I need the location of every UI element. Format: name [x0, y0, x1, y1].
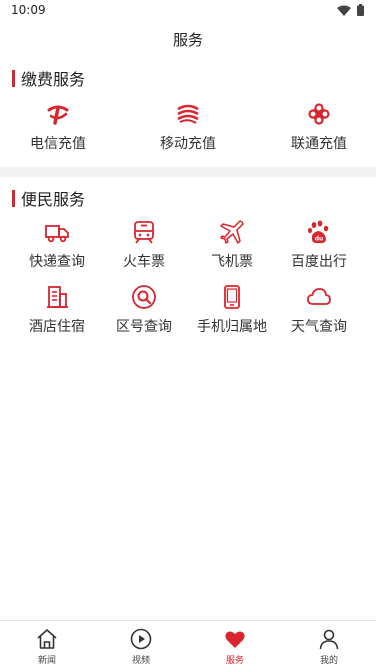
section-accent-bar [12, 69, 15, 87]
baidu-travel-button[interactable]: du 百度出行 [272, 219, 366, 277]
nav-label-video: 视频 [131, 656, 150, 666]
hotel-label: 酒店住宿 [29, 319, 85, 335]
nav-label-service: 服务 [225, 656, 244, 666]
express-query-label: 快递查询 [29, 254, 85, 270]
hotel-button[interactable]: 酒店住宿 [10, 284, 104, 342]
telecom-recharge-button[interactable]: 电信充值 [11, 101, 105, 159]
unicom-recharge-label: 联通充值 [291, 136, 347, 152]
flight-ticket-button[interactable]: 飞机票 [185, 219, 279, 277]
weather-query-button[interactable]: 天气查询 [272, 284, 366, 342]
section-accent-bar [12, 189, 15, 207]
nav-tab-mine[interactable]: 我的 [282, 621, 376, 669]
play-icon [130, 628, 152, 650]
battery-icon [357, 4, 364, 16]
convenience-section-title: 便民服务 [21, 190, 86, 209]
wifi-icon [337, 5, 351, 16]
status-bar: 10:09 [0, 0, 376, 22]
baidu-travel-label: 百度出行 [291, 254, 347, 270]
heart-icon [225, 631, 245, 648]
weather-query-label: 天气查询 [291, 319, 347, 335]
phone-icon [224, 285, 240, 309]
svg-text:du: du [315, 236, 324, 243]
mobile-logo-icon [177, 104, 199, 124]
building-icon [47, 286, 68, 308]
bottom-nav: 新闻 视频 服务 我的 [0, 620, 376, 669]
unicom-logo-icon [308, 103, 330, 125]
mobile-recharge-button[interactable]: 移动充值 [141, 101, 235, 159]
nav-label-news: 新闻 [37, 656, 56, 666]
payment-section-title: 缴费服务 [21, 70, 86, 89]
status-time: 10:09 [11, 3, 46, 17]
telecom-recharge-label: 电信充值 [30, 136, 86, 152]
nav-tab-video[interactable]: 视频 [94, 621, 188, 669]
convenience-section-header: 便民服务 [12, 188, 86, 209]
unicom-recharge-button[interactable]: 联通充值 [272, 101, 366, 159]
title-bar: 服务 [0, 22, 376, 58]
airplane-icon [220, 220, 244, 244]
area-code-query-button[interactable]: 区号查询 [97, 284, 191, 342]
page-title: 服务 [172, 31, 203, 49]
search-circle-icon [132, 285, 156, 309]
train-ticket-button[interactable]: 火车票 [97, 219, 191, 277]
express-query-button[interactable]: 快递查询 [10, 219, 104, 277]
nav-tab-news[interactable]: 新闻 [0, 621, 94, 669]
area-code-query-label: 区号查询 [116, 319, 172, 335]
baidu-paw-icon: du [308, 220, 329, 244]
nav-tab-service[interactable]: 服务 [188, 621, 282, 669]
flight-ticket-label: 飞机票 [211, 254, 253, 270]
section-divider [0, 167, 376, 177]
train-ticket-label: 火车票 [123, 254, 165, 270]
telecom-logo-icon [47, 105, 69, 125]
nav-label-mine: 我的 [319, 656, 338, 666]
mobile-recharge-label: 移动充值 [160, 136, 216, 152]
cloud-icon [307, 288, 331, 305]
train-icon [134, 221, 154, 244]
home-icon [37, 629, 57, 649]
payment-section-header: 缴费服务 [12, 68, 86, 89]
phone-location-button[interactable]: 手机归属地 [185, 284, 279, 342]
phone-location-label: 手机归属地 [197, 319, 267, 335]
user-icon [319, 629, 339, 650]
truck-icon [45, 225, 69, 243]
status-icons [337, 4, 364, 16]
